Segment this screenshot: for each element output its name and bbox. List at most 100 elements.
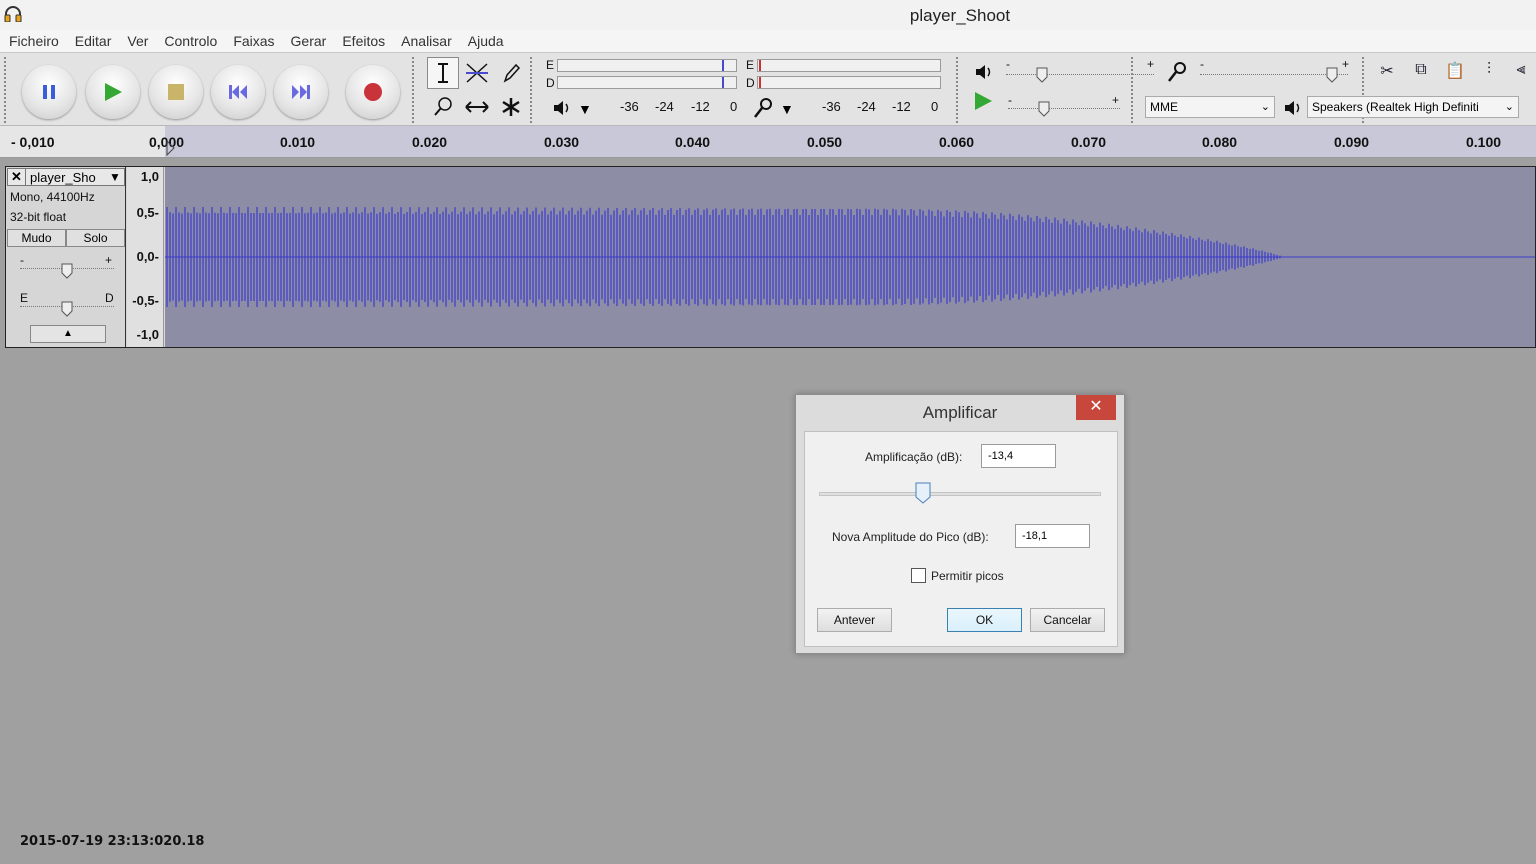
- trim-icon[interactable]: ⫶: [1476, 61, 1502, 83]
- cut-icon[interactable]: ✂: [1374, 61, 1400, 83]
- record-meter-menu[interactable]: ▼: [780, 101, 794, 117]
- play-icon: [105, 83, 122, 101]
- meter-channel-right: D: [746, 76, 755, 90]
- menu-ver[interactable]: Ver: [119, 30, 156, 52]
- waveform-area[interactable]: [165, 167, 1535, 347]
- skip-to-end-icon: [292, 85, 310, 99]
- selection-tool[interactable]: [427, 57, 459, 89]
- menu-ajuda[interactable]: Ajuda: [460, 30, 512, 52]
- dialog-body: Amplificação (dB): -13,4 Nova Amplitude …: [804, 431, 1118, 647]
- track-menu-dropdown[interactable]: ▼: [106, 170, 124, 184]
- close-track-icon[interactable]: ✕: [8, 169, 26, 185]
- ruler-tick: 0.100: [1466, 134, 1502, 150]
- ruler-selection: [165, 126, 1536, 157]
- menu-controlo[interactable]: Controlo: [156, 30, 225, 52]
- ruler-tick: 0.020: [412, 134, 448, 150]
- peak-amplitude-field[interactable]: -18,1: [1015, 524, 1090, 548]
- amplitude-label: -1,0: [136, 327, 159, 342]
- pause-button[interactable]: [22, 65, 76, 119]
- audio-host-select[interactable]: MME ⌄: [1145, 96, 1275, 118]
- playback-meter-left[interactable]: [557, 59, 737, 72]
- play-at-speed-button[interactable]: [971, 89, 995, 116]
- menu-gerar[interactable]: Gerar: [283, 30, 335, 52]
- meter-channel-right: D: [546, 76, 555, 90]
- solo-button[interactable]: Solo: [66, 229, 125, 247]
- double-arrow-icon: [465, 101, 489, 113]
- playback-meter-right[interactable]: [557, 76, 737, 89]
- skip-to-end-button[interactable]: [274, 65, 328, 119]
- slider-thumb-icon[interactable]: [1036, 67, 1048, 83]
- meter-channel-left: E: [546, 58, 555, 72]
- ruler-tick: 0.070: [1071, 134, 1107, 150]
- record-button[interactable]: [346, 65, 400, 119]
- menu-bar: Ficheiro Editar Ver Controlo Faixas Gera…: [0, 30, 1536, 52]
- scale-label: 0: [931, 99, 939, 114]
- collapse-track-button[interactable]: ▲: [30, 325, 106, 343]
- ruler-tick: 0.010: [280, 134, 316, 150]
- timestamp-overlay: 2015-07-19 23:13:020.18: [20, 834, 205, 849]
- multi-tool[interactable]: [495, 91, 527, 123]
- scale-label: -12: [892, 99, 911, 114]
- slider-thumb-icon[interactable]: [61, 301, 73, 317]
- toolbar: E D ▼ -36 -24 -12 0 E D ▼ -36 -24 -12 0 …: [0, 52, 1536, 126]
- ruler-tick: 0.060: [939, 134, 975, 150]
- slider-thumb-icon[interactable]: [1038, 101, 1050, 117]
- speed-max-label: +: [1112, 93, 1120, 107]
- envelope-tool[interactable]: [461, 57, 493, 89]
- toolbar-grip[interactable]: [530, 57, 538, 123]
- record-meter-left[interactable]: [757, 59, 941, 72]
- zoom-tool[interactable]: [427, 91, 459, 123]
- copy-icon[interactable]: ⧉: [1408, 61, 1434, 83]
- menu-analisar[interactable]: Analisar: [393, 30, 460, 52]
- mute-button[interactable]: Mudo: [7, 229, 66, 247]
- ruler-tick: - 0,010: [11, 134, 55, 150]
- dialog-title: Amplificar: [922, 403, 998, 422]
- silence-icon[interactable]: ⫷: [1508, 61, 1534, 83]
- close-icon[interactable]: ✕: [1076, 395, 1116, 420]
- preview-button[interactable]: Antever: [817, 608, 892, 632]
- meter-channel-left: E: [746, 58, 755, 72]
- menu-ficheiro[interactable]: Ficheiro: [1, 30, 67, 52]
- ruler-tick: 0.040: [675, 134, 711, 150]
- stop-button[interactable]: [149, 65, 203, 119]
- title-bar: player_Shoot: [0, 0, 1536, 30]
- play-speed-slider[interactable]: [1008, 107, 1120, 109]
- speaker-icon: [976, 65, 991, 79]
- amplitude-label: 0,0-: [136, 249, 159, 264]
- slider-thumb-icon[interactable]: [915, 482, 931, 504]
- play-head-icon[interactable]: [166, 140, 176, 156]
- timeline-ruler[interactable]: - 0,010 0,000 0.010 0.020 0.030 0.040 0.…: [0, 126, 1536, 158]
- toolbar-grip[interactable]: [956, 57, 964, 123]
- skip-to-start-icon: [229, 85, 247, 99]
- track-sample-format: 32-bit float: [10, 210, 67, 224]
- timeshift-tool[interactable]: [461, 91, 493, 123]
- slider-thumb-icon[interactable]: [1326, 67, 1338, 83]
- asterisk-icon: [502, 98, 520, 116]
- slider-thumb-icon[interactable]: [61, 263, 73, 279]
- skip-to-start-button[interactable]: [211, 65, 265, 119]
- ruler-tick: 0.090: [1334, 134, 1370, 150]
- ok-button[interactable]: OK: [947, 608, 1022, 632]
- ruler-tick: 0.080: [1202, 134, 1238, 150]
- amplification-field[interactable]: -13,4: [981, 444, 1056, 468]
- cancel-button[interactable]: Cancelar: [1030, 608, 1105, 632]
- toolbar-grip[interactable]: [412, 57, 420, 123]
- menu-editar[interactable]: Editar: [67, 30, 120, 52]
- speaker-icon: [1285, 101, 1300, 115]
- output-device-select[interactable]: Speakers (Realtek High Definiti ⌄: [1307, 96, 1519, 118]
- allow-clipping-checkbox[interactable]: [911, 568, 926, 583]
- menu-efeitos[interactable]: Efeitos: [334, 30, 393, 52]
- playback-meter-menu[interactable]: ▼: [578, 101, 592, 117]
- paste-icon[interactable]: 📋: [1442, 61, 1468, 83]
- amplification-label: Amplificação (dB):: [865, 450, 963, 464]
- track-name[interactable]: player_Sho: [26, 170, 106, 185]
- toolbar-grip[interactable]: [4, 57, 12, 123]
- menu-faixas[interactable]: Faixas: [225, 30, 282, 52]
- record-volume-max-label: +: [1342, 57, 1350, 71]
- amplification-slider[interactable]: [819, 492, 1101, 496]
- draw-tool[interactable]: [495, 57, 527, 89]
- play-button[interactable]: [86, 65, 140, 119]
- record-meter-right[interactable]: [757, 76, 941, 89]
- toolbar-grip[interactable]: [1131, 57, 1139, 123]
- microphone-icon: [1168, 62, 1186, 82]
